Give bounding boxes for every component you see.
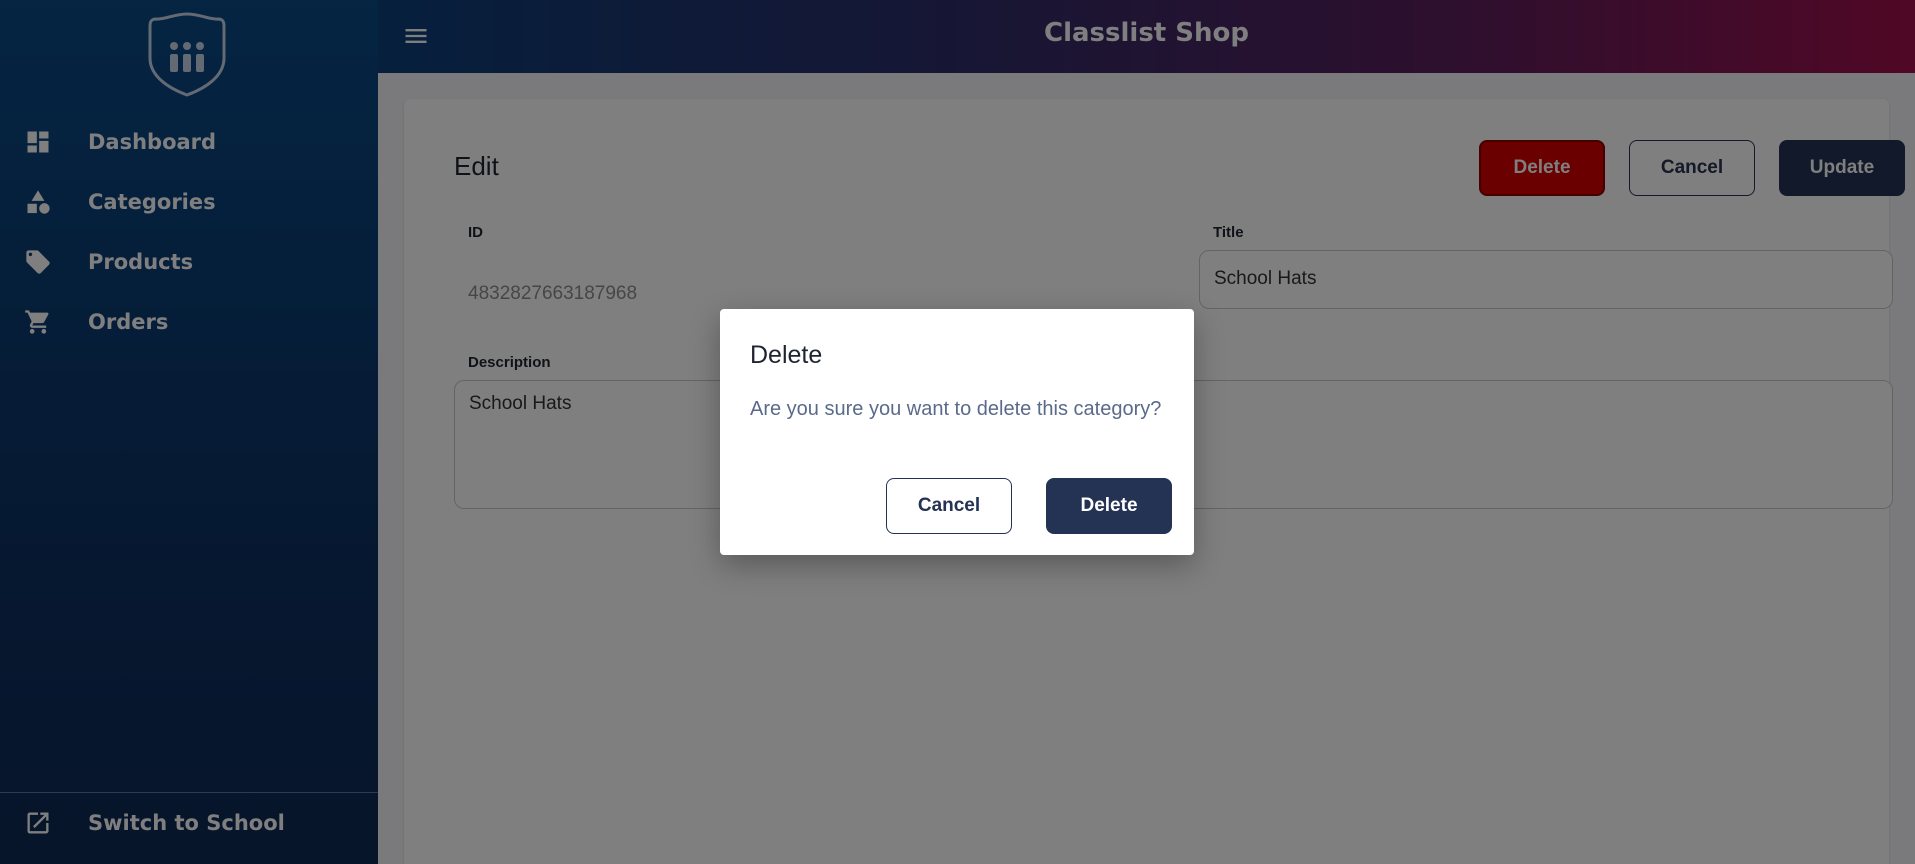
dialog-title: Delete — [750, 341, 823, 369]
dialog-cancel-button[interactable]: Cancel — [886, 478, 1012, 534]
delete-confirm-dialog: Delete Are you sure you want to delete t… — [720, 309, 1194, 555]
dialog-delete-button[interactable]: Delete — [1046, 478, 1172, 534]
dialog-message: Are you sure you want to delete this cat… — [750, 398, 1162, 420]
